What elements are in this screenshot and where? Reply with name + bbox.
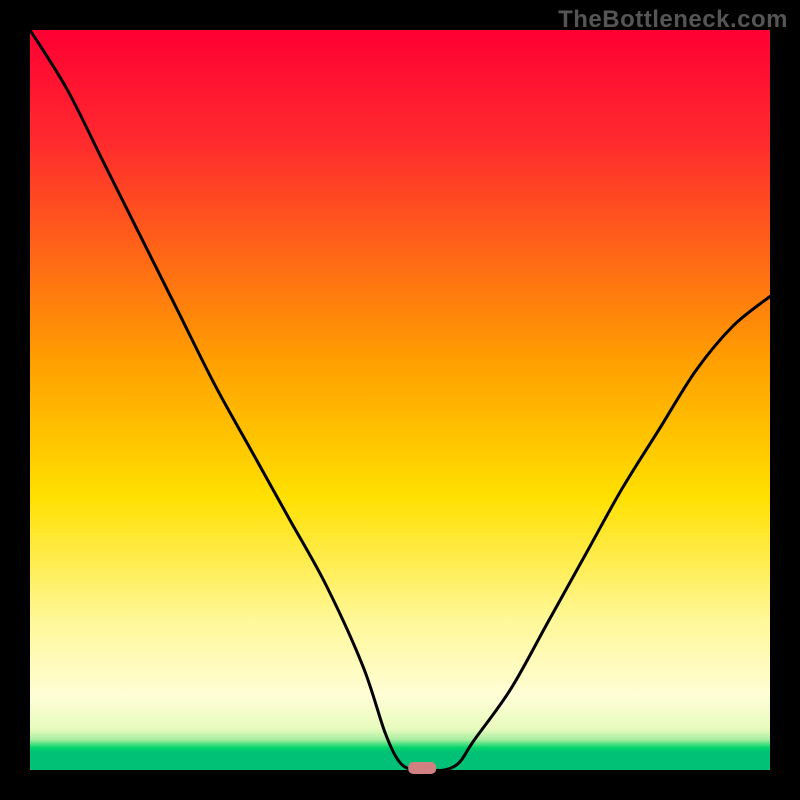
chart-canvas [0, 0, 800, 800]
bottleneck-chart: TheBottleneck.com [0, 0, 800, 800]
plot-background [30, 30, 770, 770]
optimal-point-marker [408, 762, 436, 774]
